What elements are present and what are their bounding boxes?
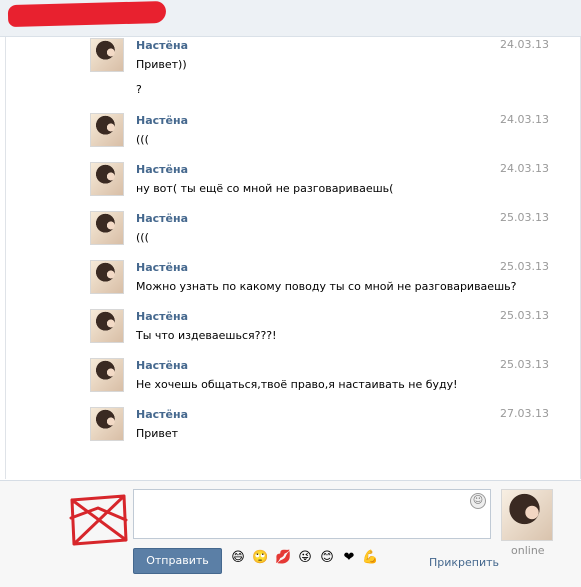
author-avatar[interactable] bbox=[90, 38, 124, 72]
message-item: Настёна 24.03.13 ну вот( ты ещё со мной … bbox=[0, 162, 581, 208]
message-text: ((( bbox=[136, 133, 149, 146]
message-input[interactable] bbox=[133, 489, 491, 539]
author-name[interactable]: Настёна bbox=[136, 310, 188, 323]
author-name[interactable]: Настёна bbox=[136, 408, 188, 421]
kiss-lips-emoji-icon[interactable]: 💋 bbox=[275, 550, 291, 566]
message-item: Настёна 24.03.13 Привет)) ? bbox=[0, 38, 581, 96]
wink-tongue-emoji-icon[interactable]: 😜 bbox=[297, 550, 313, 566]
send-button[interactable]: Отправить bbox=[133, 548, 222, 574]
message-text: Привет bbox=[136, 427, 179, 440]
author-name[interactable]: Настёна bbox=[136, 163, 188, 176]
message-item: Настёна 25.03.13 Можно узнать по какому … bbox=[0, 260, 581, 306]
smile-emoji-icon[interactable]: 😄 bbox=[230, 550, 246, 566]
message-item: Настёна 25.03.13 Не хочешь общаться,твоё… bbox=[0, 358, 581, 404]
message-item: Настёна 25.03.13 ((( bbox=[0, 211, 581, 257]
author-avatar[interactable] bbox=[90, 113, 124, 147]
author-name[interactable]: Настёна bbox=[136, 39, 188, 52]
author-avatar[interactable] bbox=[90, 162, 124, 196]
message-text: Ты что издеваешься???! bbox=[136, 329, 277, 342]
message-date: 24.03.13 bbox=[500, 38, 549, 51]
attach-link[interactable]: Прикрепить bbox=[429, 556, 499, 569]
message-date: 25.03.13 bbox=[500, 309, 549, 322]
author-avatar[interactable] bbox=[90, 260, 124, 294]
message-date: 25.03.13 bbox=[500, 260, 549, 273]
message-date: 27.03.13 bbox=[500, 407, 549, 420]
message-text: ((( bbox=[136, 231, 149, 244]
online-status: online bbox=[511, 544, 545, 557]
author-name[interactable]: Настёна bbox=[136, 359, 188, 372]
emoji-picker-icon[interactable]: ☺ bbox=[470, 493, 486, 509]
message-date: 24.03.13 bbox=[500, 162, 549, 175]
author-avatar[interactable] bbox=[90, 407, 124, 441]
message-text: ну вот( ты ещё со мной не разговариваешь… bbox=[136, 182, 394, 195]
author-name[interactable]: Настёна bbox=[136, 212, 188, 225]
rolling-eyes-emoji-icon[interactable]: 🙄 bbox=[252, 550, 268, 566]
message-text: Можно узнать по какому поводу ты со мной… bbox=[136, 280, 517, 293]
message-date: 24.03.13 bbox=[500, 113, 549, 126]
author-avatar[interactable] bbox=[90, 309, 124, 343]
grin-emoji-icon[interactable]: 😊 bbox=[319, 550, 335, 566]
message-date: 25.03.13 bbox=[500, 211, 549, 224]
message-item: Настёна 25.03.13 Ты что издеваешься???! bbox=[0, 309, 581, 355]
heart-emoji-icon[interactable]: ❤ bbox=[341, 550, 357, 566]
message-item: Настёна 27.03.13 Привет bbox=[0, 407, 581, 453]
message-text: ? bbox=[136, 83, 142, 96]
author-name[interactable]: Настёна bbox=[136, 261, 188, 274]
message-item: Настёна 24.03.13 ((( bbox=[0, 113, 581, 159]
message-text: Привет)) bbox=[136, 58, 187, 71]
author-avatar[interactable] bbox=[90, 358, 124, 392]
partner-avatar[interactable] bbox=[501, 489, 553, 541]
author-name[interactable]: Настёна bbox=[136, 114, 188, 127]
redacted-title-scribble bbox=[7, 0, 167, 28]
redacted-avatar-scribble bbox=[69, 494, 128, 546]
author-avatar[interactable] bbox=[90, 211, 124, 245]
message-date: 25.03.13 bbox=[500, 358, 549, 371]
message-text: Не хочешь общаться,твоё право,я настаива… bbox=[136, 378, 458, 391]
top-bar bbox=[0, 0, 581, 37]
muscle-emoji-icon[interactable]: 💪 bbox=[362, 550, 378, 566]
